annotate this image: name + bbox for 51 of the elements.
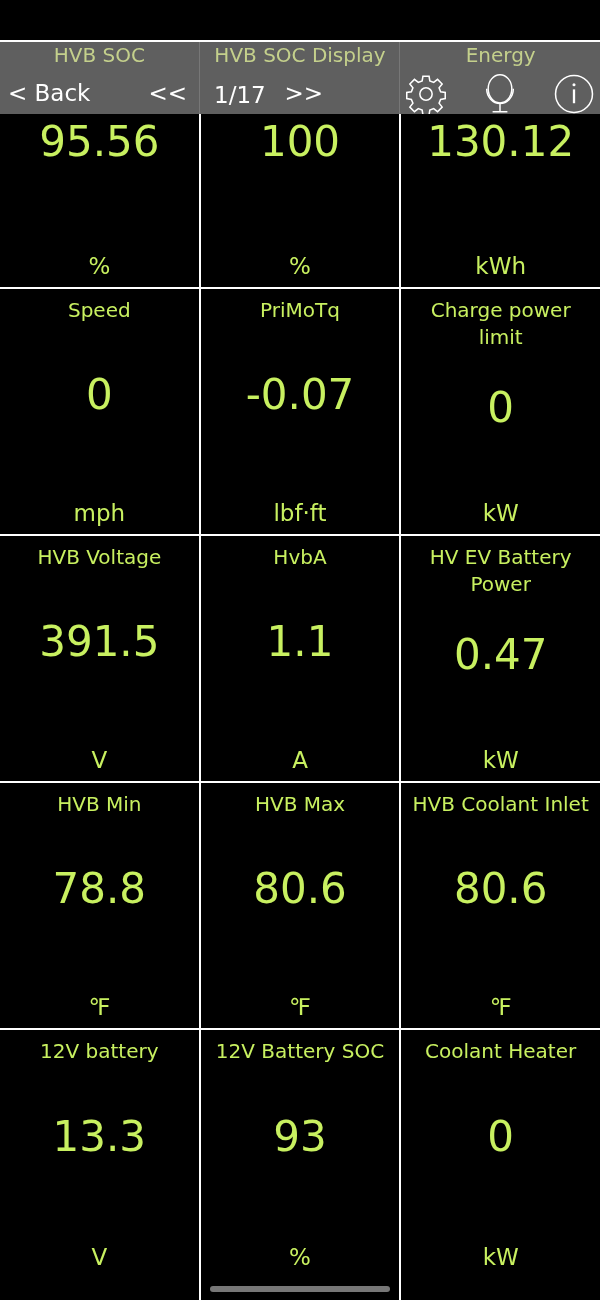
gauge-unit: % — [88, 253, 111, 281]
gauge-value: 0 — [487, 1112, 515, 1161]
gauge-title: HvbA — [273, 544, 327, 571]
gauge-title: HVB Voltage — [37, 544, 162, 571]
gauge-title: HVB Coolant Inlet — [412, 791, 589, 818]
gauge-value: 78.8 — [52, 863, 147, 913]
gauge-value: 130.12 — [427, 117, 575, 166]
gauge-unit: kW — [482, 500, 519, 528]
gauge-value: 95.56 — [39, 117, 160, 166]
previous-button[interactable]: << — [146, 78, 189, 108]
gauge-title: HVB Min — [57, 791, 142, 818]
gauge-unit: kW — [482, 1244, 519, 1272]
gauge-value: 0.47 — [453, 630, 548, 679]
gauge-title: HVB SOC Display — [214, 44, 386, 66]
gauge-unit: ℉ — [489, 994, 512, 1022]
gauge-value: 13.3 — [52, 1112, 147, 1161]
gauge-title: 12V battery — [40, 1038, 159, 1065]
gauge-unit: A — [292, 747, 308, 775]
gauge-value: 1.1 — [266, 616, 334, 666]
gauge-title: Energy — [465, 44, 536, 66]
gauge-title: Coolant Heater — [425, 1038, 577, 1065]
gauge-unit: V — [91, 747, 108, 775]
gauge-value: 80.6 — [253, 863, 347, 913]
microphone-icon[interactable] — [483, 74, 517, 114]
gauge-value: 0 — [487, 383, 515, 432]
back-button[interactable]: < Back — [6, 78, 93, 108]
info-icon[interactable] — [554, 74, 594, 114]
gauge-value: 100 — [259, 117, 341, 166]
gauge-unit: % — [289, 1244, 311, 1272]
gauge-unit: % — [289, 253, 311, 281]
gauge-value: 0 — [85, 369, 113, 419]
page-indicator: 1/17 — [214, 82, 266, 108]
gauge-value: -0.07 — [245, 369, 355, 419]
gauge-title: PriMoTq — [260, 297, 340, 324]
gauge-unit: kWh — [475, 253, 526, 281]
gauge-title: HVB Max — [254, 791, 346, 818]
gauge-unit: kW — [482, 747, 519, 775]
gauge-value: 93 — [273, 1112, 327, 1161]
gauge-title: Charge power limit — [429, 297, 572, 351]
gauge-value: 391.5 — [39, 616, 160, 666]
gauge-title: Speed — [67, 297, 131, 324]
gauge-title: 12V Battery SOC — [215, 1038, 385, 1065]
gauge-value: 80.6 — [453, 863, 548, 913]
gauge-unit: lbf·ft — [273, 500, 327, 528]
gauge-unit: mph — [73, 500, 126, 528]
settings-icon[interactable] — [406, 74, 446, 114]
gauge-unit: ℉ — [88, 994, 111, 1022]
gauge-unit: V — [91, 1244, 108, 1272]
gauge-title: HVB SOC — [53, 44, 145, 66]
gauge-title: HV EV Battery Power — [428, 544, 573, 598]
gauge-unit: ℉ — [289, 994, 311, 1022]
